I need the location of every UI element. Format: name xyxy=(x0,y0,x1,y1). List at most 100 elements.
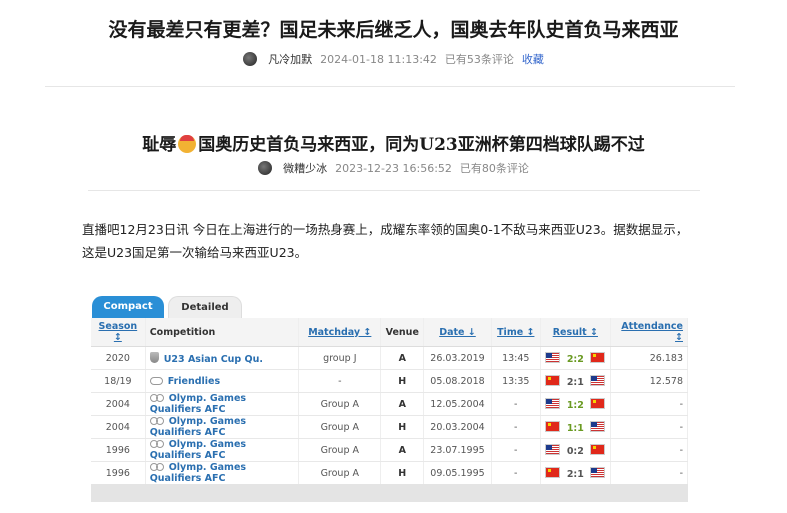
olympic-rings-icon xyxy=(149,440,164,448)
competition-link[interactable]: Olymp. Games Qualifiers AFC xyxy=(150,416,246,438)
table-row: 2004 Olymp. Games Qualifiers AFC Group AH2… xyxy=(91,415,689,439)
attendance-cell: - xyxy=(610,415,689,439)
match-score[interactable]: 1:2 xyxy=(560,400,590,411)
venue-cell: A xyxy=(380,438,425,462)
time-cell: 13:35 xyxy=(491,369,541,393)
table-header-row: Season ↕ Competition Matchday ↕ Venue Da… xyxy=(91,318,689,347)
date-cell: 20.03.2004 xyxy=(423,415,492,439)
matchday-cell: Group A xyxy=(298,392,382,416)
divider xyxy=(88,190,700,191)
table-row: 2020 U23 Asian Cup Qu. group J A 26.03.2019 1… xyxy=(91,346,689,370)
match-score[interactable]: 0:2 xyxy=(560,446,590,457)
season-header[interactable]: Season ↕ xyxy=(91,318,146,347)
attendance-cell: - xyxy=(610,392,689,416)
match-score[interactable]: 2:1 xyxy=(560,469,590,480)
matchday-cell: Group A xyxy=(298,461,382,485)
cup-icon xyxy=(149,351,159,363)
embedded-title: 耻辱 国奥历史首负马来西亚，同为U23亚洲杯第四档球队踢不过 xyxy=(0,130,787,155)
result-cell[interactable]: 2:2 xyxy=(540,346,611,370)
match-score[interactable]: 2:1 xyxy=(560,377,590,388)
date-header[interactable]: Date ↓ xyxy=(423,318,492,347)
match-score[interactable]: 1:1 xyxy=(560,423,590,434)
venue-cell: A xyxy=(380,346,425,370)
competition-cell[interactable]: Olymp. Games Qualifiers AFC xyxy=(145,415,300,439)
time-header[interactable]: Time ↕ xyxy=(491,318,541,347)
competition-cell[interactable]: Olymp. Games Qualifiers AFC xyxy=(145,461,300,485)
result-cell[interactable]: 1:2 xyxy=(540,392,611,416)
date-cell: 12.05.2004 xyxy=(423,392,492,416)
embedded-author-avatar[interactable] xyxy=(258,161,273,175)
date-cell: 09.05.1995 xyxy=(423,461,492,485)
competition-link[interactable]: Olymp. Games Qualifiers AFC xyxy=(150,439,246,461)
time-cell: - xyxy=(491,415,541,439)
attendance-cell: - xyxy=(610,461,689,485)
attendance-header[interactable]: Attendance ↕ xyxy=(610,318,689,347)
time-cell: - xyxy=(491,438,541,462)
competition-cell[interactable]: Olymp. Games Qualifiers AFC xyxy=(145,438,300,462)
author-name[interactable]: 凡冷加默 xyxy=(268,51,312,67)
article-title: 没有最差只有更差？国足未来后继乏人，国奥去年队史首负马来西亚 xyxy=(108,19,679,41)
result-header[interactable]: Result ↕ xyxy=(540,318,611,347)
season-cell: 2004 xyxy=(91,415,146,439)
article-body: 直播吧12月23日讯 今日在上海进行的一场热身赛上，成耀东率领的国奥0-1不敌马… xyxy=(82,222,689,260)
table-footer-bar xyxy=(91,484,688,502)
flag-china-icon xyxy=(545,466,561,478)
embedded-author-name[interactable]: 微糟少冰 xyxy=(283,160,327,176)
angry-emoji-icon xyxy=(178,135,197,153)
matchday-cell: Group A xyxy=(298,438,382,462)
match-score[interactable]: 2:2 xyxy=(560,354,590,365)
olympic-rings-icon xyxy=(149,417,164,425)
season-cell: 1996 xyxy=(91,461,146,485)
embedded-publish-time: 2023-12-23 16:56:52 xyxy=(335,161,452,175)
table-row: 1996 Olymp. Games Qualifiers AFC Group AH0… xyxy=(91,461,689,485)
competition-cell[interactable]: Friendlies xyxy=(145,369,300,393)
matchday-cell: group J xyxy=(298,346,382,370)
date-cell: 23.07.1995 xyxy=(423,438,492,462)
season-cell: 1996 xyxy=(91,438,146,462)
comment-count[interactable]: 已有53条评论 xyxy=(445,51,514,67)
flag-malaysia-icon xyxy=(590,466,606,478)
flag-malaysia-icon xyxy=(545,443,561,455)
venue-cell: H xyxy=(380,461,425,485)
olympic-rings-icon xyxy=(149,394,164,402)
table-row: 1996 Olymp. Games Qualifiers AFC Group AA2… xyxy=(91,438,689,462)
table-row: 2004 Olymp. Games Qualifiers AFC Group AA1… xyxy=(91,392,689,416)
result-cell[interactable]: 0:2 xyxy=(540,438,611,462)
season-cell: 2020 xyxy=(91,346,146,370)
competition-link[interactable]: Friendlies xyxy=(168,376,220,387)
author-avatar[interactable] xyxy=(243,52,258,66)
competition-cell[interactable]: Olymp. Games Qualifiers AFC xyxy=(145,392,300,416)
favorite-link[interactable]: 收藏 xyxy=(522,51,544,67)
competition-cell[interactable]: U23 Asian Cup Qu. xyxy=(145,346,300,370)
matches-table: Season ↕ Competition Matchday ↕ Venue Da… xyxy=(91,318,689,485)
flag-china-icon xyxy=(590,443,606,455)
season-cell: 18/19 xyxy=(91,369,146,393)
embedded-meta: 微糟少冰 2023-12-23 16:56:52 已有80条评论 xyxy=(0,160,787,176)
matchday-header[interactable]: Matchday ↕ xyxy=(298,318,382,347)
result-cell[interactable]: 1:1 xyxy=(540,415,611,439)
flag-china-icon xyxy=(590,351,606,363)
embedded-comment-count[interactable]: 已有80条评论 xyxy=(460,160,529,176)
tab-detailed[interactable]: Detailed xyxy=(168,296,242,319)
competition-link[interactable]: Olymp. Games Qualifiers AFC xyxy=(150,462,246,484)
attendance-cell: - xyxy=(610,438,689,462)
publish-time: 2024-01-18 11:13:42 xyxy=(320,52,437,66)
venue-cell: H xyxy=(380,369,425,393)
venue-cell: A xyxy=(380,392,425,416)
matchday-cell: Group A xyxy=(298,415,382,439)
flag-malaysia-icon xyxy=(545,397,561,409)
article-meta: 凡冷加默 2024-01-18 11:13:42 已有53条评论 收藏 xyxy=(0,51,787,67)
embedded-title-prefix: 耻辱 xyxy=(142,135,177,155)
time-cell: - xyxy=(491,392,541,416)
divider xyxy=(45,86,735,87)
tab-compact[interactable]: Compact xyxy=(92,296,164,318)
season-cell: 2004 xyxy=(91,392,146,416)
matchday-cell: - xyxy=(298,369,382,393)
competition-link[interactable]: Olymp. Games Qualifiers AFC xyxy=(150,393,246,415)
result-cell[interactable]: 2:1 xyxy=(540,369,611,393)
competition-link[interactable]: U23 Asian Cup Qu. xyxy=(164,354,263,365)
time-cell: - xyxy=(491,461,541,485)
result-cell[interactable]: 2:1 xyxy=(540,461,611,485)
flag-malaysia-icon xyxy=(590,374,606,386)
olympic-rings-icon xyxy=(149,463,164,471)
